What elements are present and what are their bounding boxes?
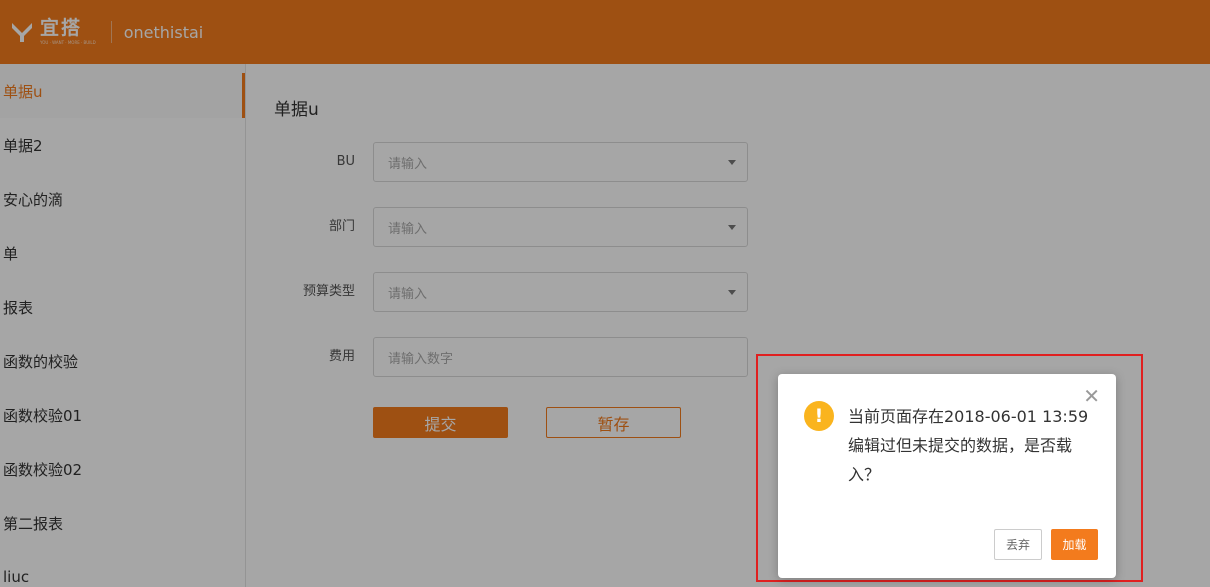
- discard-button[interactable]: 丢弃: [994, 529, 1042, 560]
- warning-icon: !: [804, 401, 834, 431]
- load-button[interactable]: 加载: [1051, 529, 1098, 560]
- restore-draft-dialog: ✕ ! 当前页面存在2018-06-01 13:59编辑过但未提交的数据，是否载…: [778, 374, 1116, 578]
- dialog-message: 当前页面存在2018-06-01 13:59编辑过但未提交的数据，是否载入？: [848, 407, 1089, 484]
